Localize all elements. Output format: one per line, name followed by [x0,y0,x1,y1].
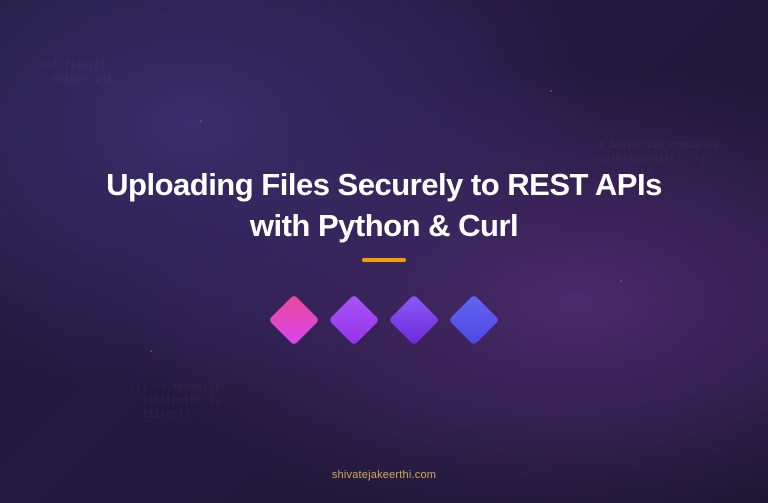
diamond-pink-icon [269,294,320,345]
footer-domain: shivatejakeerthi.com [0,469,768,481]
page-title: Uploading Files Securely to REST APIs wi… [106,165,662,246]
diamond-indigo-icon [449,294,500,345]
title-line-2: with Python & Curl [250,208,518,243]
decorative-diamonds [276,302,492,338]
diamond-purple-icon [329,294,380,345]
hero-content: Uploading Files Securely to REST APIs wi… [0,0,768,503]
title-underline [362,258,406,262]
title-line-1: Uploading Files Securely to REST APIs [106,167,662,202]
diamond-violet-icon [389,294,440,345]
